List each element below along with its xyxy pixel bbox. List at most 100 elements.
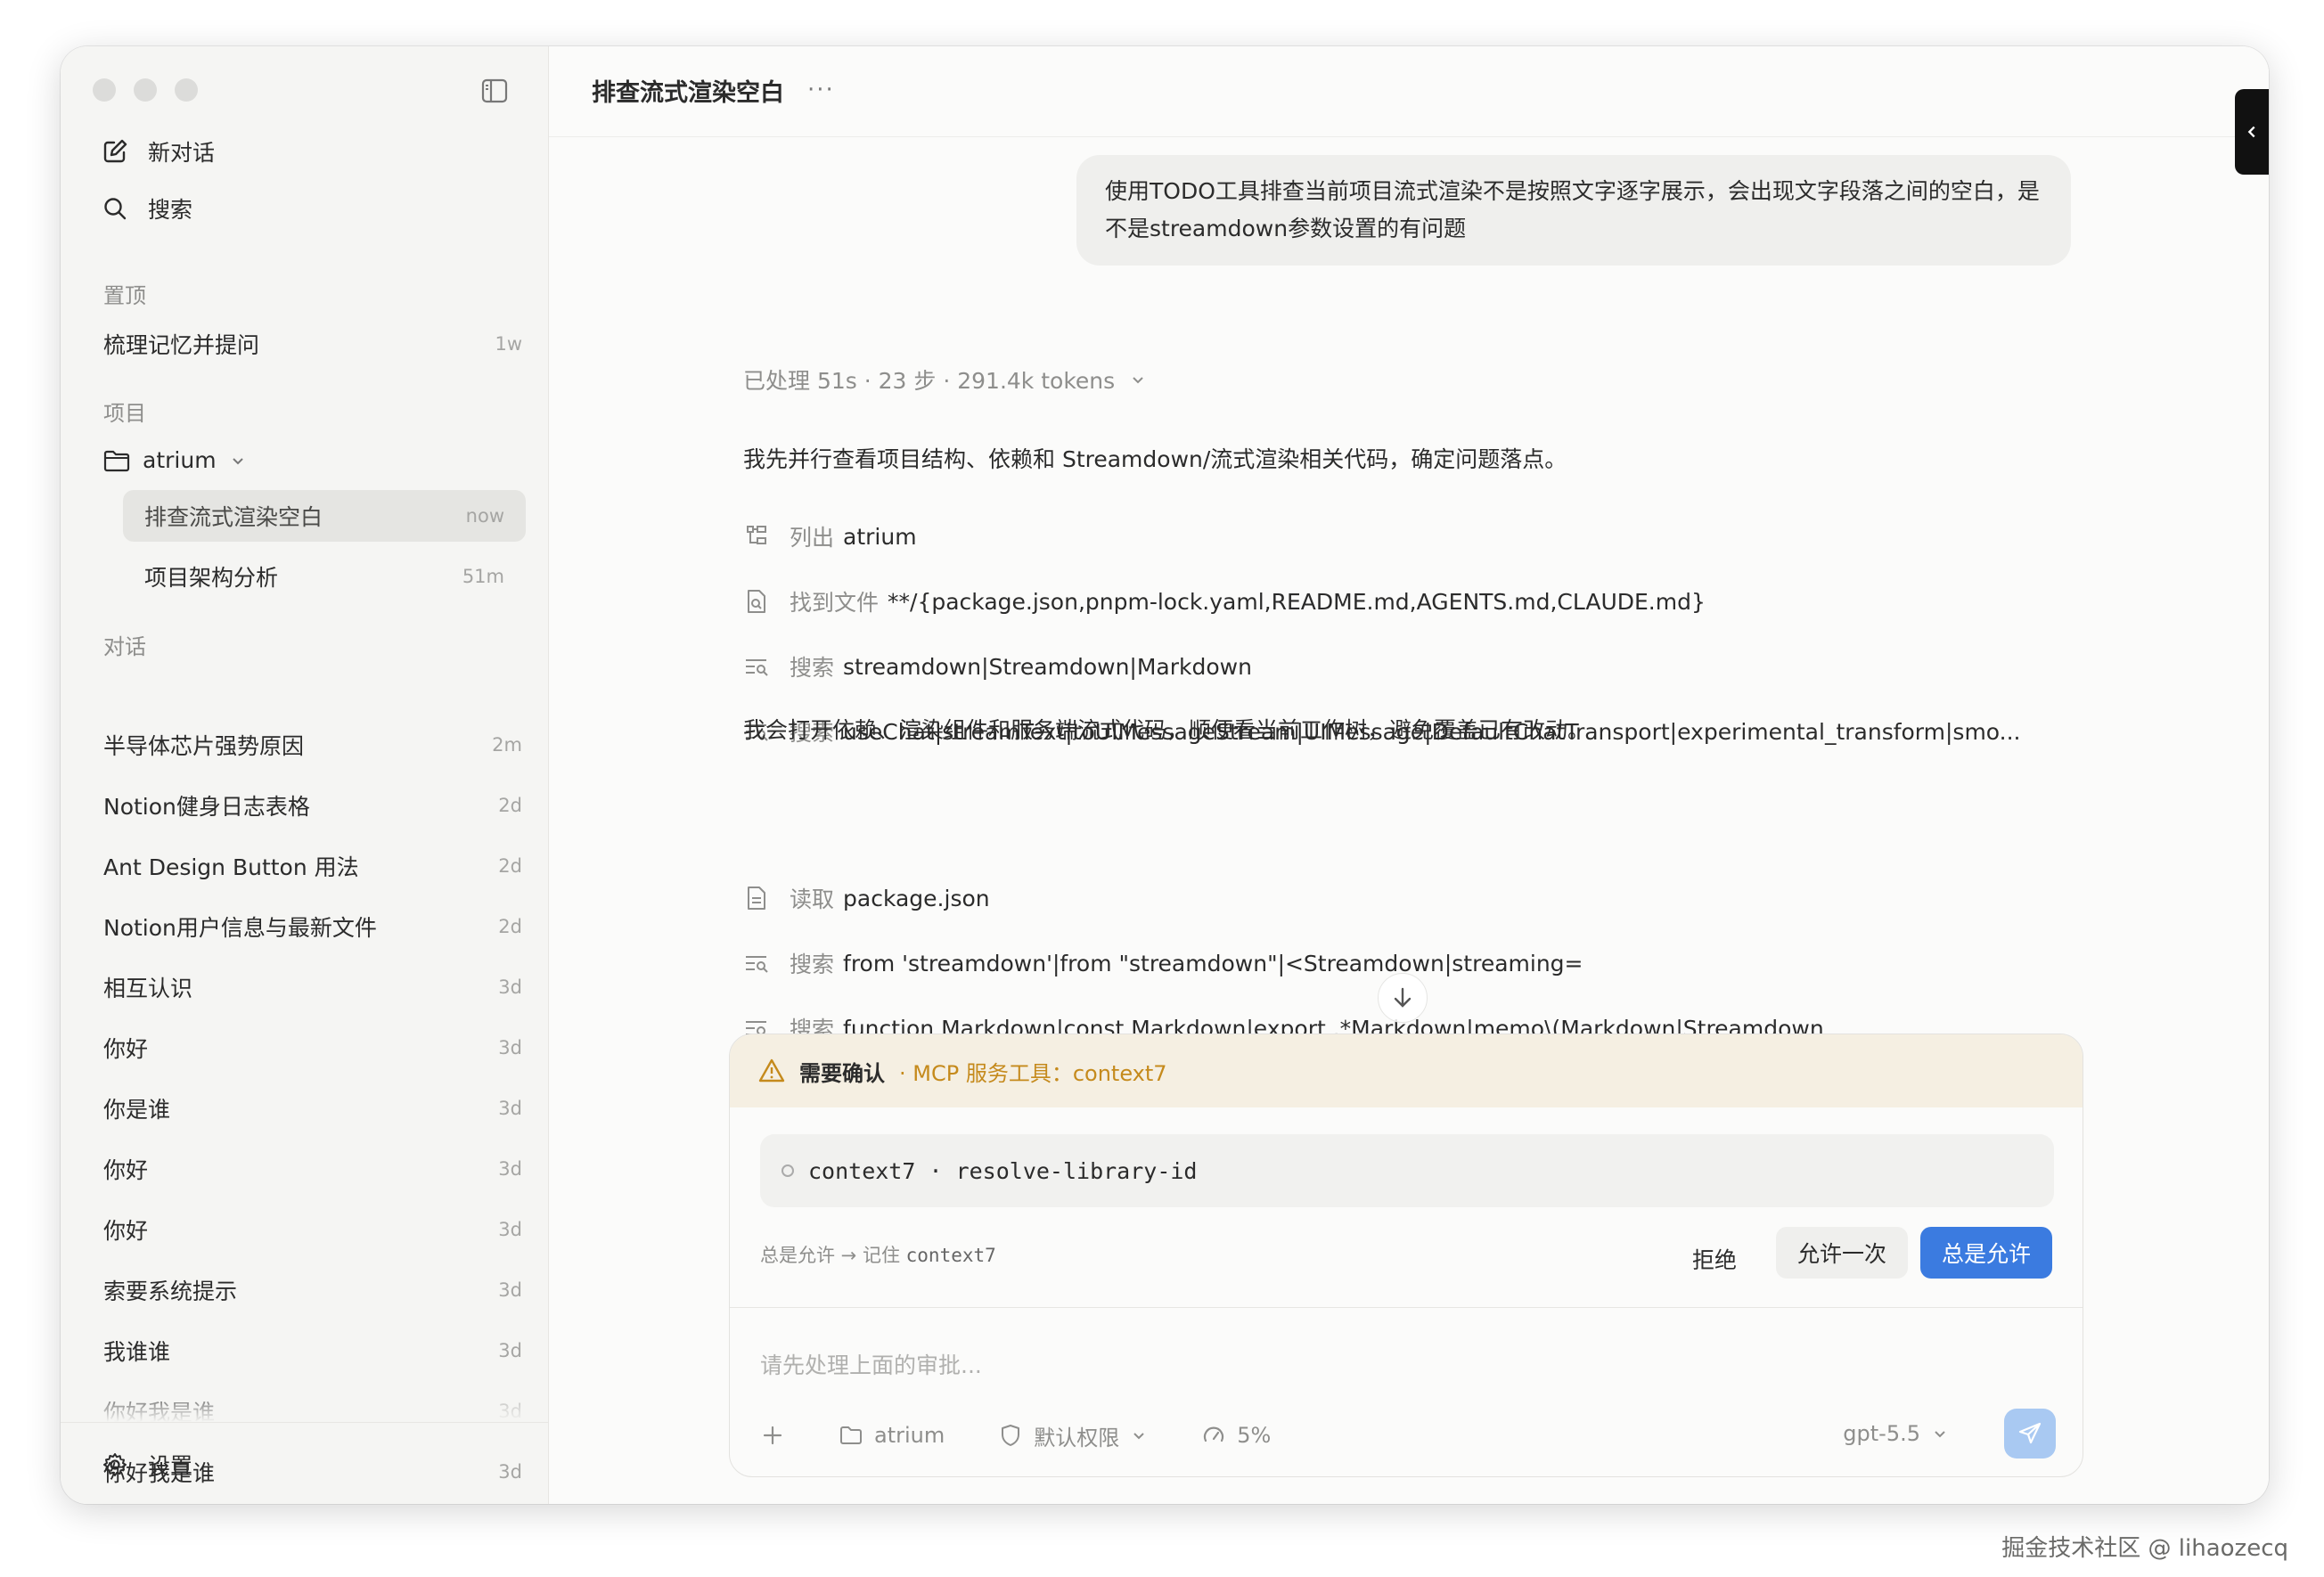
- new-chat-button[interactable]: 新对话: [102, 135, 215, 168]
- approval-header: 需要确认 · MCP 服务工具：context7: [730, 1034, 2083, 1107]
- sidebar-toggle-icon[interactable]: [481, 78, 508, 103]
- folder-icon: [103, 450, 130, 471]
- gear-icon: [103, 1453, 127, 1476]
- more-options-icon[interactable]: ···: [807, 77, 835, 103]
- search-icon: [104, 198, 127, 220]
- settings-label: 设置: [148, 1453, 193, 1479]
- allow-once-button[interactable]: 允许一次: [1776, 1227, 1909, 1279]
- approval-title: 需要确认: [799, 1060, 885, 1086]
- user-message: 使用TODO工具排查当前项目流式渲染不是按照文字逐字展示，会出现文字段落之间的空…: [1076, 155, 2071, 266]
- list-fade: [61, 1383, 548, 1422]
- chat-age: 3d: [498, 1340, 522, 1361]
- permission-selector[interactable]: 默认权限: [998, 1420, 1148, 1451]
- project-folder-atrium[interactable]: atrium: [103, 447, 247, 473]
- tool-step-argument: streamdown|Streamdown|Markdown: [843, 653, 1252, 680]
- maximize-window-button[interactable]: [175, 78, 198, 102]
- chat-list-item[interactable]: Notion健身日志表格 2d: [103, 789, 522, 821]
- chat-title: Ant Design Button 用法: [103, 854, 359, 880]
- tool-step-argument: package.json: [843, 885, 990, 911]
- tree-icon: [747, 526, 766, 544]
- workspace-folder-button[interactable]: atrium: [839, 1423, 945, 1448]
- workspace-folder-label: atrium: [874, 1423, 945, 1448]
- chat-title: Notion健身日志表格: [103, 794, 310, 820]
- chat-age: 3d: [498, 1098, 522, 1119]
- chat-title: 半导体芯片强势原因: [103, 733, 305, 759]
- composer-toolbar: atrium 默认权限 5% gpt-5.5: [760, 1409, 2056, 1462]
- conversation-title: 排查流式渲染空白: [592, 79, 784, 107]
- reject-button[interactable]: 拒绝: [1680, 1232, 1749, 1286]
- chat-age: 1w: [495, 333, 522, 355]
- scroll-to-bottom-button[interactable]: [1378, 973, 1428, 1023]
- chat-list-item[interactable]: Ant Design Button 用法 2d: [103, 850, 522, 882]
- chat-title: 你好: [103, 1036, 149, 1062]
- chat-age: 3d: [498, 1219, 522, 1240]
- project-chat-item[interactable]: 项目架构分析 51m: [123, 551, 526, 602]
- processing-summary[interactable]: 已处理 51s · 23 步 · 291.4k tokens: [743, 364, 1147, 396]
- tool-step-argument: atrium: [843, 523, 917, 550]
- tool-call-box: context7 · resolve-library-id: [760, 1134, 2054, 1207]
- close-window-button[interactable]: [93, 78, 116, 102]
- model-label: gpt-5.5: [1843, 1421, 1920, 1446]
- chat-list-item[interactable]: 你好 3d: [103, 1032, 522, 1064]
- tool-dot-icon: [781, 1164, 794, 1177]
- gauge-icon: [1204, 1426, 1224, 1442]
- warning-icon: [758, 1058, 785, 1083]
- chat-list-item[interactable]: 相互认识 3d: [103, 971, 522, 1003]
- chat-title: 你好: [103, 1218, 149, 1244]
- model-selector[interactable]: gpt-5.5: [1843, 1421, 1949, 1446]
- context-usage-indicator[interactable]: 5%: [1201, 1423, 1271, 1448]
- panel-collapse-button[interactable]: [2235, 89, 2269, 175]
- folder-icon: [840, 1426, 862, 1444]
- chat-age: 2d: [498, 795, 522, 816]
- tool-step[interactable]: 找到文件 **/{package.json,pnpm-lock.yaml,READ…: [743, 585, 2115, 617]
- pinned-chat-item[interactable]: 梳理记忆并提问 1w: [103, 328, 522, 360]
- chat-list-item[interactable]: 你好 3d: [103, 1153, 522, 1185]
- minimize-window-button[interactable]: [134, 78, 157, 102]
- chat-list-item[interactable]: Notion用户信息与最新文件 2d: [103, 911, 522, 943]
- settings-button[interactable]: 设置: [102, 1449, 192, 1481]
- compose-icon: [103, 139, 127, 163]
- conversation-panel: 排查流式渲染空白 ··· 使用TODO工具排查当前项目流式渲染不是按照文字逐字展…: [549, 46, 2269, 1504]
- plus-icon: [763, 1426, 782, 1445]
- always-allow-button[interactable]: 总是允许: [1920, 1227, 2053, 1279]
- tool-step-argument: from 'streamdown'|from "streamdown"|<Str…: [843, 950, 1583, 976]
- tool-step-verb: 列出: [790, 525, 835, 551]
- shield-icon: [1002, 1425, 1020, 1446]
- context-usage-value: 5%: [1237, 1423, 1272, 1448]
- tool-step-verb: 搜索: [790, 952, 835, 977]
- message-input[interactable]: 请先处理上面的审批...: [760, 1348, 982, 1380]
- assistant-paragraph: 我会打开依赖、渲染组件和服务端流式代码，顺便看当前工作树，避免覆盖已有改动。: [743, 717, 1591, 743]
- search-lines-icon: [746, 956, 768, 973]
- tool-step-verb: 读取: [790, 887, 835, 912]
- tool-step[interactable]: 搜索 from 'streamdown'|from "streamdown"|<S…: [743, 947, 2115, 979]
- chat-list-item[interactable]: 你好 3d: [103, 1213, 522, 1246]
- chat-list-item[interactable]: 索要系统提示 3d: [103, 1274, 522, 1306]
- chat-list-item[interactable]: 半导体芯片强势原因 2m: [103, 729, 522, 761]
- chats-section-label: 对话: [103, 634, 146, 659]
- chevron-down-icon: [1133, 1433, 1144, 1440]
- tool-step-argument: **/{package.json,pnpm-lock.yaml,README.m…: [888, 588, 1706, 615]
- approval-mcp-label: · MCP 服务工具：context7: [899, 1060, 1167, 1086]
- tool-step[interactable]: 读取 package.json: [743, 882, 2115, 914]
- assistant-paragraph: 我先并行查看项目结构、依赖和 Streamdown/流式渲染相关代码，确定问题落…: [743, 446, 1567, 472]
- search-button[interactable]: 搜索: [102, 192, 192, 225]
- chat-age: 3d: [498, 976, 522, 998]
- file-search-icon: [748, 590, 765, 613]
- chevron-left-icon: [2247, 126, 2255, 138]
- tool-call-name: context7 · resolve-library-id: [808, 1157, 1198, 1184]
- tool-step[interactable]: 搜索 streamdown|Streamdown|Markdown: [743, 650, 2115, 682]
- chat-age: 2m: [492, 734, 522, 756]
- tool-step[interactable]: 列出 atrium: [743, 520, 2115, 552]
- topbar: 排查流式渲染空白 ···: [549, 46, 2269, 137]
- chat-title: 相互认识: [103, 976, 193, 1001]
- project-chat-item-active[interactable]: 排查流式渲染空白 now: [123, 490, 526, 542]
- add-attachment-button[interactable]: [760, 1423, 785, 1448]
- chat-list-item[interactable]: 你是谁 3d: [103, 1092, 522, 1124]
- chat-list-item[interactable]: 我谁谁 3d: [103, 1335, 522, 1367]
- chat-title: 项目架构分析: [144, 565, 279, 591]
- send-button[interactable]: [2004, 1409, 2056, 1459]
- tool-step-verb: 搜索: [790, 655, 835, 681]
- chat-age: 2d: [498, 916, 522, 937]
- chat-title: 你是谁: [103, 1097, 171, 1123]
- tool-step-verb: 找到文件: [790, 590, 880, 616]
